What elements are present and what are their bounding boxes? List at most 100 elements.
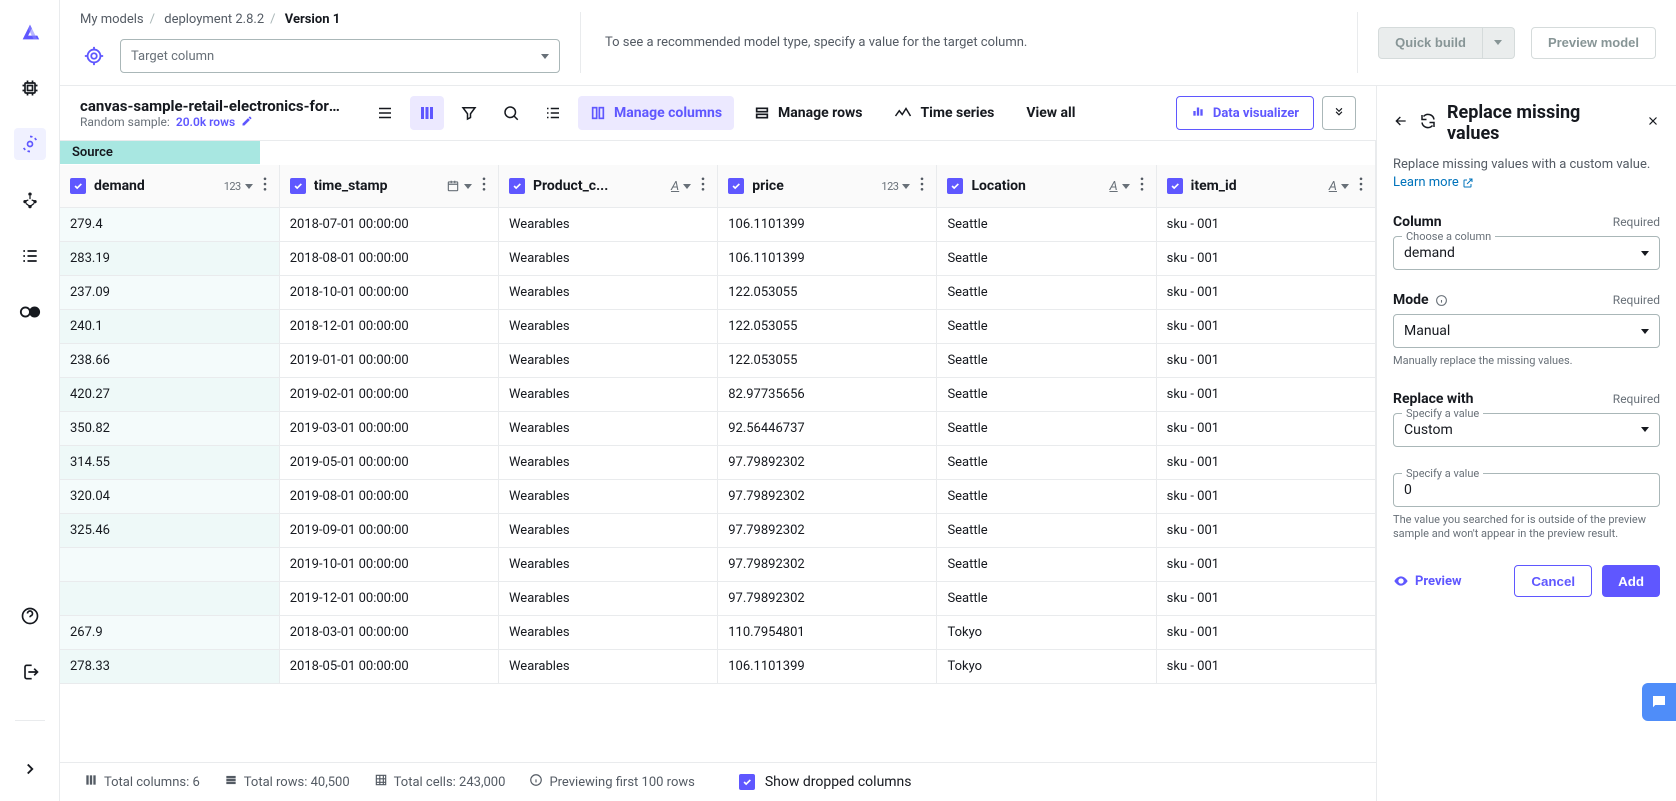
column-type-icon[interactable]: 123 (881, 180, 910, 193)
table-cell: Seattle (937, 276, 1156, 310)
column-type-icon[interactable]: A (671, 179, 691, 194)
toggle-icon[interactable] (14, 296, 46, 328)
flow-icon[interactable] (14, 184, 46, 216)
table-cell (60, 582, 279, 616)
column-header[interactable]: time_stamp (280, 165, 498, 207)
table-cell: 2019-09-01 00:00:00 (279, 514, 498, 548)
more-options-button[interactable] (1322, 96, 1356, 130)
column-select[interactable]: Choose a column demand (1393, 236, 1660, 270)
table-row[interactable]: 2019-10-01 00:00:00Wearables97.79892302S… (60, 548, 1376, 582)
table-row[interactable]: 350.822019-03-01 00:00:00Wearables92.564… (60, 412, 1376, 446)
logout-icon[interactable] (14, 656, 46, 688)
add-button[interactable]: Add (1602, 565, 1660, 597)
table-cell: Wearables (498, 650, 717, 684)
time-series-button[interactable]: Time series (882, 96, 1006, 130)
column-header[interactable]: Location A (937, 165, 1155, 207)
view-all-button[interactable]: View all (1014, 96, 1087, 130)
column-header[interactable]: item_id A (1157, 165, 1375, 207)
sample-rows-link[interactable]: 20.0k rows (176, 115, 235, 129)
table-cell: 267.9 (60, 616, 279, 650)
table-row[interactable]: 238.662019-01-01 00:00:00Wearables122.05… (60, 344, 1376, 378)
column-menu-icon[interactable] (699, 177, 707, 195)
back-icon[interactable] (1393, 113, 1409, 133)
column-menu-icon[interactable] (1138, 177, 1146, 195)
column-type-icon[interactable]: A (1109, 179, 1129, 194)
column-field-label: Column (1393, 214, 1442, 230)
preview-button[interactable]: Preview (1393, 573, 1462, 589)
table-cell: 283.19 (60, 242, 279, 276)
column-checkbox[interactable] (947, 178, 963, 194)
expand-rail-icon[interactable] (14, 753, 46, 785)
preview-model-button[interactable]: Preview model (1531, 27, 1656, 59)
column-menu-icon[interactable] (261, 177, 269, 195)
show-dropped-label: Show dropped columns (765, 774, 912, 790)
search-icon[interactable] (494, 96, 528, 130)
column-type-icon[interactable]: 123 (224, 180, 253, 193)
column-header[interactable]: price 123 (718, 165, 936, 207)
table-cell: 2019-12-01 00:00:00 (279, 582, 498, 616)
help-icon[interactable] (14, 600, 46, 632)
manage-columns-button[interactable]: Manage columns (578, 96, 734, 130)
table-row[interactable]: 283.192018-08-01 00:00:00Wearables106.11… (60, 242, 1376, 276)
table-row[interactable]: 320.042019-08-01 00:00:00Wearables97.798… (60, 480, 1376, 514)
table-row[interactable]: 420.272019-02-01 00:00:00Wearables82.977… (60, 378, 1376, 412)
panel-title: Replace missing values (1447, 102, 1636, 144)
column-menu-icon[interactable] (480, 177, 488, 195)
show-dropped-checkbox[interactable] (739, 774, 755, 790)
data-visualizer-button[interactable]: Data visualizer (1176, 96, 1314, 130)
custom-value-input[interactable]: Specify a value 0 (1393, 473, 1660, 507)
mode-select[interactable]: Manual (1393, 314, 1660, 348)
table-row[interactable]: 240.12018-12-01 00:00:00Wearables122.053… (60, 310, 1376, 344)
cancel-button[interactable]: Cancel (1514, 565, 1592, 597)
list-view-icon[interactable] (368, 96, 402, 130)
columns-count-icon (84, 773, 98, 791)
table-cell: sku - 001 (1156, 242, 1375, 276)
table-cell: sku - 001 (1156, 378, 1375, 412)
replace-with-select[interactable]: Specify a value Custom (1393, 413, 1660, 447)
table-row[interactable]: 237.092018-10-01 00:00:00Wearables122.05… (60, 276, 1376, 310)
close-icon[interactable] (1646, 114, 1660, 132)
topbar: My models/ deployment 2.8.2/ Version 1 T… (60, 0, 1676, 86)
crumb-models[interactable]: My models (80, 12, 144, 27)
column-checkbox[interactable] (509, 178, 525, 194)
preview-info: Previewing first 100 rows (549, 775, 694, 790)
column-header[interactable]: demand 123 (60, 165, 279, 207)
column-checkbox[interactable] (290, 178, 306, 194)
table-row[interactable]: 314.552019-05-01 00:00:00Wearables97.798… (60, 446, 1376, 480)
column-checkbox[interactable] (728, 178, 744, 194)
table-cell: Wearables (498, 310, 717, 344)
learn-more-link[interactable]: Learn more (1393, 175, 1474, 190)
table-row[interactable]: 2019-12-01 00:00:00Wearables97.79892302S… (60, 582, 1376, 616)
table-cell: sku - 001 (1156, 208, 1375, 242)
list-icon[interactable] (14, 240, 46, 272)
target-column-select[interactable]: Target column (120, 39, 560, 73)
steps-icon[interactable] (536, 96, 570, 130)
logo-icon[interactable] (14, 16, 46, 48)
edit-sample-icon[interactable] (241, 115, 253, 130)
table-cell: Seattle (937, 446, 1156, 480)
chat-fab-icon[interactable] (1642, 683, 1676, 721)
table-row[interactable]: 267.92018-03-01 00:00:00Wearables110.795… (60, 616, 1376, 650)
crumb-deployment[interactable]: deployment 2.8.2 (164, 12, 264, 27)
table-cell: 2018-05-01 00:00:00 (279, 650, 498, 684)
table-row[interactable]: 279.42018-07-01 00:00:00Wearables106.110… (60, 208, 1376, 242)
target-icon (80, 42, 108, 70)
quick-build-button[interactable]: Quick build (1378, 27, 1483, 59)
column-type-icon[interactable]: A (1329, 179, 1349, 194)
column-type-icon[interactable] (446, 179, 472, 193)
filter-icon[interactable] (452, 96, 486, 130)
column-header[interactable]: Product_c... A (499, 165, 717, 207)
column-checkbox[interactable] (1167, 178, 1183, 194)
table-cell: 122.053055 (718, 344, 937, 378)
chip-icon[interactable] (14, 72, 46, 104)
column-checkbox[interactable] (70, 178, 86, 194)
table-row[interactable]: 325.462019-09-01 00:00:00Wearables97.798… (60, 514, 1376, 548)
wrangler-icon[interactable] (14, 128, 46, 160)
table-row[interactable]: 278.332018-05-01 00:00:00Wearables106.11… (60, 650, 1376, 684)
table-cell: 350.82 (60, 412, 279, 446)
quick-build-caret[interactable] (1483, 27, 1515, 59)
manage-rows-button[interactable]: Manage rows (742, 96, 874, 130)
column-menu-icon[interactable] (918, 177, 926, 195)
grid-view-icon[interactable] (410, 96, 444, 130)
column-menu-icon[interactable] (1357, 177, 1365, 195)
